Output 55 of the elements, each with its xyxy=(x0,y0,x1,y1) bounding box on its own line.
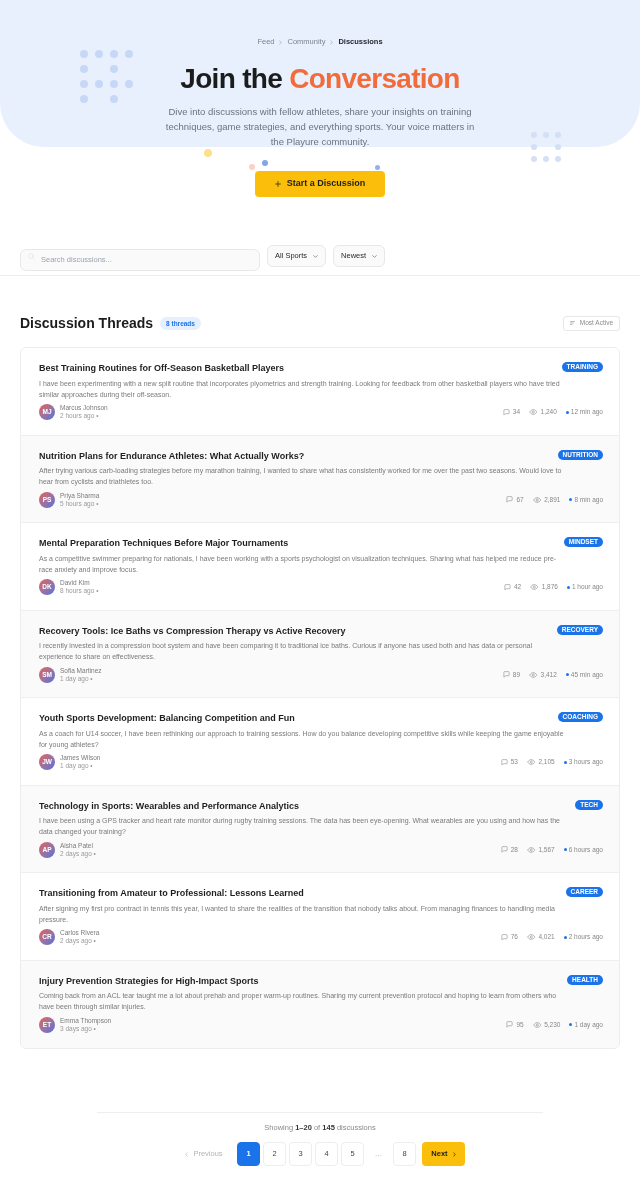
activity-dot-icon xyxy=(565,673,569,676)
comment-icon xyxy=(502,408,510,416)
comment-icon xyxy=(500,846,508,853)
dot-icon xyxy=(204,149,212,157)
chevron-down-icon xyxy=(372,254,378,258)
thread-item[interactable] xyxy=(21,785,619,873)
activity-dot-icon xyxy=(569,498,573,501)
comment-icon xyxy=(500,933,508,941)
comment-icon xyxy=(500,758,508,766)
dot-grid-drawing xyxy=(80,50,133,103)
chevron-down-icon xyxy=(313,254,319,258)
comment-icon xyxy=(506,496,514,503)
eye-icon xyxy=(526,934,536,940)
activity-dot-icon xyxy=(565,410,569,414)
chevron-right-icon xyxy=(330,39,334,45)
section-title: Discussion Threads xyxy=(20,313,154,333)
eye-icon xyxy=(532,496,542,503)
activity-dot-icon xyxy=(566,585,570,589)
thread-title[interactable]: Best Training Routines for Off-Season Basketball Players xyxy=(39,362,285,374)
thread-item[interactable] xyxy=(21,435,619,523)
thread-title[interactable]: Youth Sports Development: Balancing Competition and Fun xyxy=(39,712,295,724)
hero-title: Join the Conversation xyxy=(180,63,460,95)
eye-icon xyxy=(529,409,538,415)
comment-icon xyxy=(503,583,511,591)
thread-title[interactable]: Recovery Tools: Ice Baths vs Compression Therapy vs Active Recovery xyxy=(39,624,346,637)
start-discussion-button[interactable]: Start a Discussion xyxy=(255,171,385,197)
eye-icon xyxy=(530,584,539,590)
activity-dot-icon xyxy=(569,1023,573,1026)
eye-icon xyxy=(526,846,536,853)
thread-item[interactable] xyxy=(21,348,619,436)
comment-icon xyxy=(502,671,510,678)
dot-grid-drawing xyxy=(531,132,561,162)
activity-dot-icon xyxy=(563,848,567,851)
thread-title[interactable]: Transitioning from Amateur to Professional: Lessons Learned xyxy=(39,887,304,899)
chevron-right-icon xyxy=(279,39,283,45)
thread-title[interactable]: Nutrition Plans for Endurance Athletes: What Actually Works? xyxy=(39,449,305,462)
chevron-left-icon xyxy=(185,1151,189,1157)
plus-icon xyxy=(274,181,281,187)
thread-title[interactable]: Technology in Sports: Wearables and Performance Analytics xyxy=(39,799,299,812)
eye-icon xyxy=(532,1021,542,1028)
chevron-right-icon xyxy=(452,1151,456,1157)
thread-item[interactable] xyxy=(21,960,619,1048)
activity-dot-icon xyxy=(563,760,567,764)
eye-icon xyxy=(529,671,538,678)
dot-icon xyxy=(262,160,268,166)
eye-icon xyxy=(526,759,536,765)
thread-title[interactable]: Injury Prevention Strategies for High-Impact Sports xyxy=(39,974,259,987)
comment-icon xyxy=(506,1021,514,1028)
dot-icon xyxy=(375,165,380,170)
thread-item[interactable] xyxy=(21,610,619,698)
thread-title[interactable]: Mental Preparation Techniques Before Major Tournaments xyxy=(39,537,289,549)
activity-dot-icon xyxy=(563,935,567,939)
dot-icon xyxy=(249,164,255,170)
sort-icon xyxy=(569,321,575,325)
hero-description: Dive into discussions with fellow athletes, share your insights on training techniques, game strategies, and everything sports. Your voice matters in the Playure community. xyxy=(164,104,476,149)
